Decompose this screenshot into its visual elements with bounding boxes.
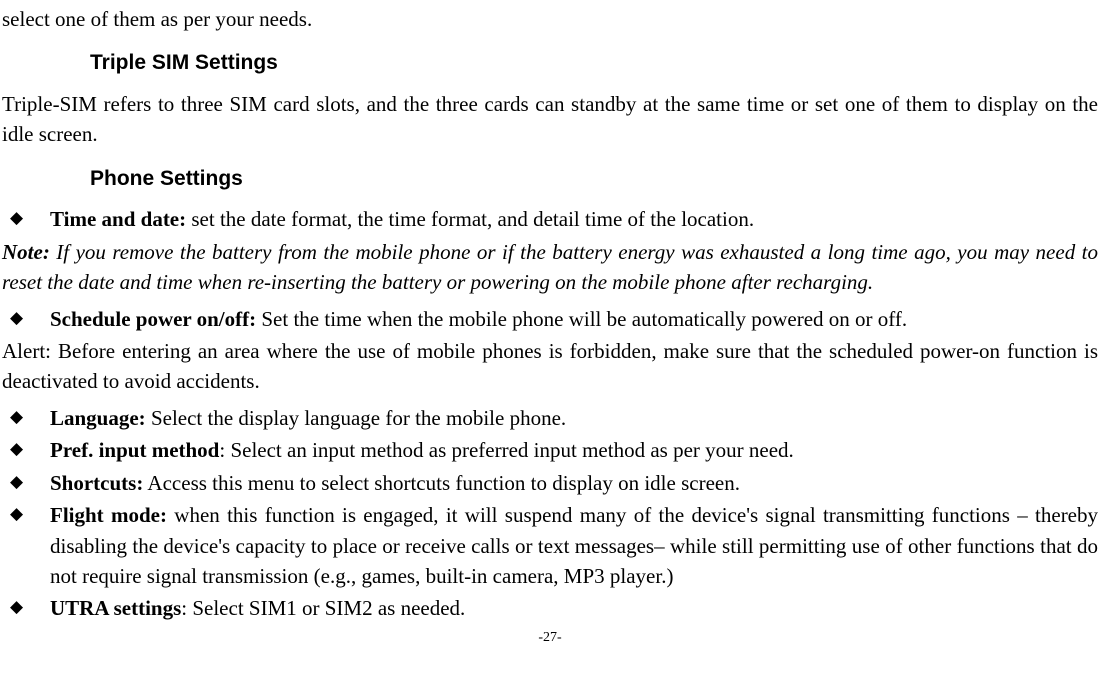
item-language: Language: Select the display language fo… [2, 403, 1098, 433]
item-flight-mode: Flight mode: when this function is engag… [2, 500, 1098, 591]
heading-phone-settings: Phone Settings [90, 164, 1098, 194]
text-language: Select the display language for the mobi… [146, 406, 566, 430]
text-shortcuts: Access this menu to select shortcuts fun… [143, 471, 740, 495]
text-pref-input: : Select an input method as preferred in… [219, 438, 793, 462]
page-number: -27- [2, 628, 1098, 648]
label-time-date: Time and date: [50, 207, 186, 231]
text-utra: : Select SIM1 or SIM2 as needed. [181, 596, 465, 620]
triple-sim-body: Triple-SIM refers to three SIM card slot… [2, 89, 1098, 150]
note-text: Note: If you remove the battery from the… [2, 237, 1098, 298]
item-schedule: Schedule power on/off: Set the time when… [2, 304, 1098, 334]
note-body: If you remove the battery from the mobil… [2, 240, 1098, 294]
label-pref-input: Pref. input method [50, 438, 219, 462]
item-pref-input: Pref. input method: Select an input meth… [2, 435, 1098, 465]
label-utra: UTRA settings [50, 596, 181, 620]
note-label: Note: [2, 240, 50, 264]
text-flight-mode: when this function is engaged, it will s… [50, 503, 1098, 588]
intro-text: select one of them as per your needs. [2, 4, 1098, 34]
item-utra: UTRA settings: Select SIM1 or SIM2 as ne… [2, 593, 1098, 623]
heading-triple-sim: Triple SIM Settings [90, 48, 1098, 78]
label-schedule: Schedule power on/off: [50, 307, 256, 331]
label-language: Language: [50, 406, 146, 430]
item-shortcuts: Shortcuts: Access this menu to select sh… [2, 468, 1098, 498]
alert-text: Alert: Before entering an area where the… [2, 336, 1098, 397]
label-flight-mode: Flight mode: [50, 503, 167, 527]
label-shortcuts: Shortcuts: [50, 471, 143, 495]
text-time-date: set the date format, the time format, an… [186, 207, 754, 231]
text-schedule: Set the time when the mobile phone will … [256, 307, 907, 331]
item-time-date: Time and date: set the date format, the … [2, 204, 1098, 234]
